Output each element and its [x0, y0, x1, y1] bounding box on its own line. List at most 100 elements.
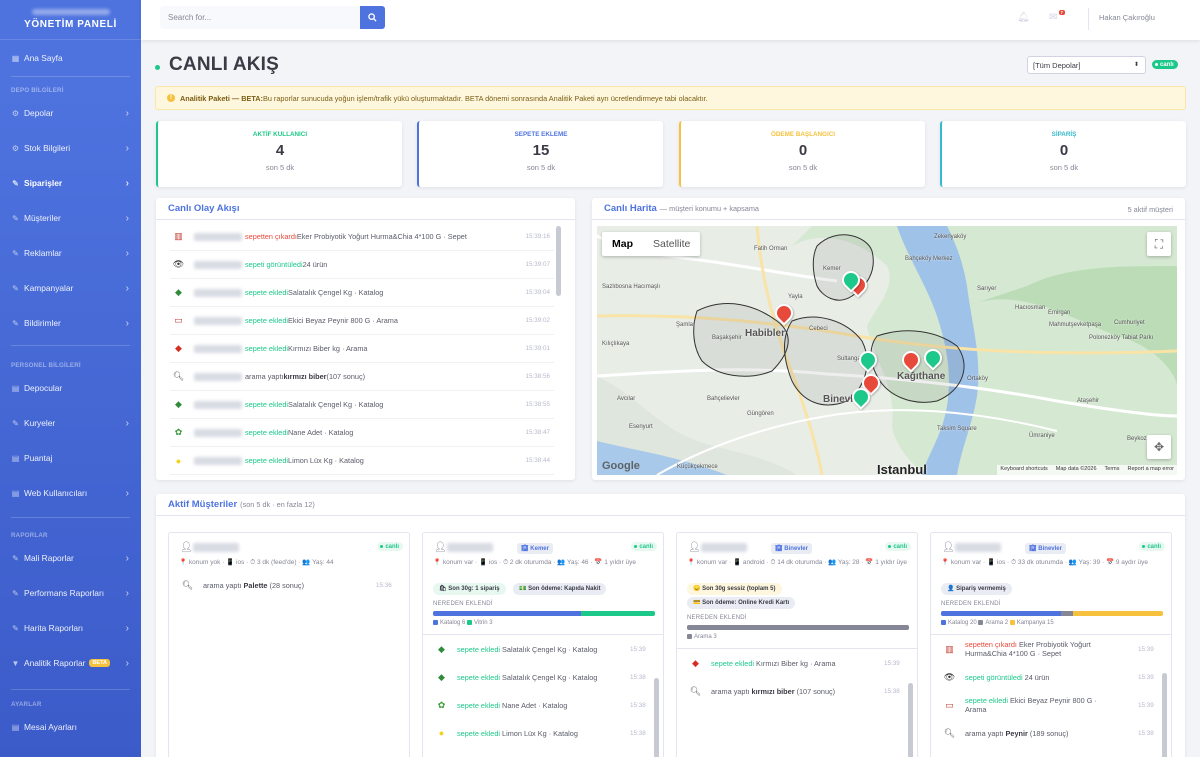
user-icon: 👤︎: [180, 542, 193, 553]
kpi-card: SİPARİŞ 0 son 5 dk: [940, 121, 1186, 187]
nav-kampanyalar[interactable]: ✎ Kampanyalar ›: [0, 277, 141, 299]
legend-swatch: [687, 634, 692, 639]
event-text: arama yaptı Peynir (189 sonuç): [965, 729, 1068, 738]
map-navigation-icon[interactable]: ✥: [1147, 435, 1171, 459]
kpi-sub: son 5 dk: [265, 163, 295, 172]
customer-event[interactable]: ▭ sepete ekledi Ekici Beyaz Peynir 800 G …: [941, 696, 1163, 714]
active-count: 5 aktif müşteri: [1127, 205, 1173, 214]
feed-event[interactable]: ◆ sepete ekledi Salatalık Çengel Kg · Kat…: [170, 391, 554, 419]
nav-performans[interactable]: ✎ Performans Raporları ›: [0, 582, 141, 604]
legend-label: Katalog 6: [440, 620, 468, 626]
nav-reklamlar[interactable]: ✎ Reklamlar ›: [0, 242, 141, 264]
card-header: Canlı Harita — müşteri konumu + kapsama: [592, 198, 1185, 220]
nav-stok[interactable]: ⚙ Stok Bilgileri ›: [0, 137, 141, 159]
nav-label: Bildirimler: [24, 318, 61, 328]
nav-musteriler[interactable]: ✎ Müşteriler ›: [0, 207, 141, 229]
live-label: canlı: [639, 543, 653, 550]
feed-event[interactable]: ✿ sepete ekledi Nane Adet · Katalog 15:38:…: [170, 419, 554, 447]
customer-event[interactable]: 👁︎ sepeti görüntüledi 24 ürün 15:39: [941, 670, 1163, 684]
district-chip: 🏢︎ Binevler: [1025, 543, 1066, 554]
customer-event[interactable]: ◆ sepete ekledi Salatalık Çengel Kg · Kat…: [433, 642, 655, 656]
nav-depolar[interactable]: ⚙ Depolar ›: [0, 102, 141, 124]
customer-scrollbar[interactable]: [654, 678, 659, 757]
brand-logo-blur: [31, 9, 110, 15]
feed-event[interactable]: ◆ sepete ekledi Salatalık Çengel Kg · Kat…: [170, 279, 554, 307]
nav-mali[interactable]: ✎ Mali Raporlar ›: [0, 547, 141, 569]
search-input[interactable]: Search for...: [160, 13, 360, 22]
event-action: sepeti görüntüledi: [245, 260, 303, 269]
event-text: sepete ekledi Limon Lüx Kg · Katalog: [457, 729, 578, 738]
nav-kuryeler[interactable]: ✎ Kuryeler ›: [0, 412, 141, 434]
nav-ana-sayfa[interactable]: ▦ Ana Sayfa: [0, 47, 141, 69]
chevron-right-icon: ›: [125, 247, 129, 259]
customer-scrollbar[interactable]: [908, 683, 913, 757]
nav-harita[interactable]: ✎ Harita Raporları ›: [0, 617, 141, 639]
tab-map[interactable]: Map: [602, 232, 643, 256]
live-label: canlı: [385, 543, 399, 550]
card-title: Canlı Olay Akışı: [168, 203, 240, 214]
feed-event[interactable]: ● sepete ekledi Limon Lüx Kg · Katalog 15:…: [170, 447, 554, 475]
cheese-icon: ▭: [945, 699, 954, 710]
feed-event[interactable]: 🔍︎ arama yaptı kırmızı biber (107 sonuç) 1…: [170, 363, 554, 391]
customer-pill: 💳 Son ödeme: Online Kredi Kartı: [687, 597, 796, 609]
event-item: Eker Probiyotik Yoğurt Hurma&Chia 4*100 …: [296, 232, 467, 241]
dashboard-icon: ▦: [11, 53, 20, 63]
search-button[interactable]: [360, 6, 385, 29]
cucumber-icon: ◆: [175, 399, 182, 409]
eye-icon: 👁︎: [172, 259, 185, 269]
customer-event[interactable]: 🔍︎ arama yaptı kırmızı biber (107 sonuç) 1…: [687, 684, 909, 698]
live-dot-icon: [888, 545, 892, 548]
nav-puantaj[interactable]: ▤ Puantaj: [0, 447, 141, 469]
map-footer-link[interactable]: Report a map error: [1128, 466, 1174, 474]
customer-card: 👤︎ 🏢︎ Binevler canlı 📍 konum var · 📱 ios · …: [930, 532, 1172, 757]
customer-name-blurred: [194, 316, 242, 325]
event-item: Limon Lüx Kg · Katalog: [500, 728, 578, 738]
feed-scrollbar[interactable]: [556, 226, 561, 296]
nav-bildirimler[interactable]: ✎ Bildirimler ›: [0, 312, 141, 334]
customer-scrollbar[interactable]: [1162, 673, 1167, 757]
customer-meta: 📍 konum yok · 📱 ios · ⏱ 3 dk (feed'de) ·…: [179, 559, 334, 566]
nav-web[interactable]: ▤ Web Kullanıcıları ›: [0, 482, 141, 504]
source-bar-segment: [687, 625, 909, 630]
map-footer-link[interactable]: Keyboard shortcuts: [1000, 466, 1047, 474]
divider: [423, 634, 663, 635]
feed-event[interactable]: 👁︎ sepeti görüntüledi 24 ürün 15:39:07: [170, 251, 554, 279]
sidebar: YÖNETİM PANELİ ▦ Ana Sayfa DEPO BİLGİLERİ…: [0, 0, 141, 757]
event-time: 15:39: [1138, 673, 1154, 681]
nav-mesai[interactable]: ▤ Mesai Ayarları: [0, 716, 141, 738]
source-bar-segment: [1072, 611, 1163, 616]
envelope-icon[interactable]: ✉: [1049, 12, 1057, 23]
customer-event[interactable]: 🔍︎ arama yaptı Peynir (189 sonuç) 15:38: [941, 726, 1163, 740]
chevron-right-icon: ›: [125, 317, 129, 329]
topbar: Search for... 🔔︎ ✉ 7 Hakan Çakıroğlu: [141, 0, 1200, 40]
warehouse-select[interactable]: [Tüm Depolar] ⬍: [1027, 56, 1146, 74]
wrench-icon: ✎: [12, 248, 19, 258]
map-view[interactable]: Map Satellite ⛶ ✥ Google Fatih Orman Keme…: [597, 226, 1177, 475]
customer-event[interactable]: ✿ sepete ekledi Nane Adet · Katalog 15:38: [433, 698, 655, 712]
customer-event[interactable]: 🔍︎ arama yaptı Palette (28 sonuç) 15:36: [179, 578, 401, 592]
feed-event[interactable]: ◆ sepete ekledi Kırmızı Biber kg · Arama 1…: [170, 335, 554, 363]
feed-event[interactable]: ▥ sepetten çıkardı Eker Probiyotik Yoğurt…: [170, 223, 554, 251]
legend-swatch: [1009, 620, 1015, 625]
legend-label: Arama 3: [694, 634, 717, 640]
map-label: Beykoz: [1127, 436, 1147, 442]
nav-siparisler[interactable]: ✎ Siparişler ›: [0, 172, 141, 194]
tab-satellite[interactable]: Satellite: [643, 232, 700, 256]
nav-depocular[interactable]: ▤ Depocular: [0, 377, 141, 399]
brand[interactable]: YÖNETİM PANELİ: [0, 0, 141, 40]
nav-analitik[interactable]: ▼ Analitik Raporlar BETA ›: [0, 652, 141, 674]
bell-icon[interactable]: 🔔︎: [1017, 12, 1030, 23]
feed-event[interactable]: ▭ sepete ekledi Ekici Beyaz Peynir 800 G …: [170, 307, 554, 335]
map-footer-link[interactable]: Terms: [1105, 466, 1120, 474]
beta-badge: BETA: [89, 659, 111, 667]
customer-event[interactable]: ● sepete ekledi Limon Lüx Kg · Katalog 15:…: [433, 726, 655, 740]
customer-event[interactable]: ◆ sepete ekledi Kırmızı Biber kg · Arama 1…: [687, 656, 909, 670]
map-label: Bahçelievler: [707, 396, 740, 402]
map-footer-link[interactable]: Map data ©2026: [1056, 466, 1097, 474]
kpi-sub: son 5 dk: [1049, 163, 1079, 172]
customer-event[interactable]: ▥ sepetten çıkardı Eker Probiyotik Yoğurt…: [941, 640, 1163, 658]
yogurt-icon: ▥: [174, 231, 183, 241]
customer-event[interactable]: ◆ sepete ekledi Salatalık Çengel Kg · Kat…: [433, 670, 655, 684]
fullscreen-icon[interactable]: ⛶: [1147, 232, 1171, 256]
user-name[interactable]: Hakan Çakıroğlu: [1099, 13, 1155, 22]
